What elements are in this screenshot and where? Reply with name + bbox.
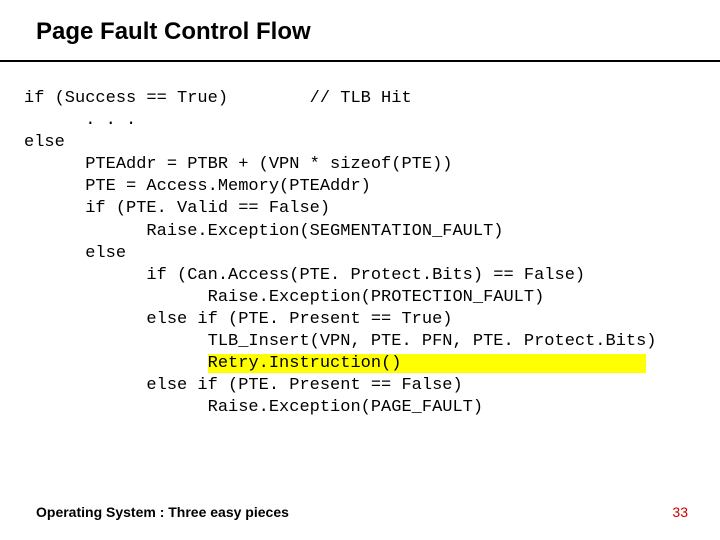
code-indent (24, 354, 208, 373)
code-line: if (Can.Access(PTE. Protect.Bits) == Fal… (24, 266, 585, 285)
footer-text: Operating System : Three easy pieces (36, 504, 289, 520)
code-line: . . . (24, 111, 136, 130)
code-line: PTE = Access.Memory(PTEAddr) (24, 177, 371, 196)
code-line: else if (PTE. Present == False) (24, 376, 463, 395)
slide: Page Fault Control Flow if (Success == T… (0, 0, 720, 540)
code-line: Raise.Exception(SEGMENTATION_FAULT) (24, 222, 503, 241)
code-line: PTEAddr = PTBR + (VPN * sizeof(PTE)) (24, 155, 452, 174)
code-line: else (24, 133, 65, 152)
code-line: if (PTE. Valid == False) (24, 199, 330, 218)
highlighted-line: Retry.Instruction() (208, 354, 647, 373)
page-number: 33 (672, 504, 688, 520)
code-line: Raise.Exception(PAGE_FAULT) (24, 398, 483, 417)
page-title: Page Fault Control Flow (36, 18, 311, 46)
title-divider (0, 60, 720, 62)
code-line: else if (PTE. Present == True) (24, 310, 452, 329)
code-line: TLB_Insert(VPN, PTE. PFN, PTE. Protect.B… (24, 332, 657, 351)
code-block: if (Success == True) // TLB Hit . . . el… (24, 88, 704, 419)
code-line: else (24, 244, 126, 263)
code-line: if (Success == True) // TLB Hit (24, 89, 412, 108)
code-line: Raise.Exception(PROTECTION_FAULT) (24, 288, 544, 307)
